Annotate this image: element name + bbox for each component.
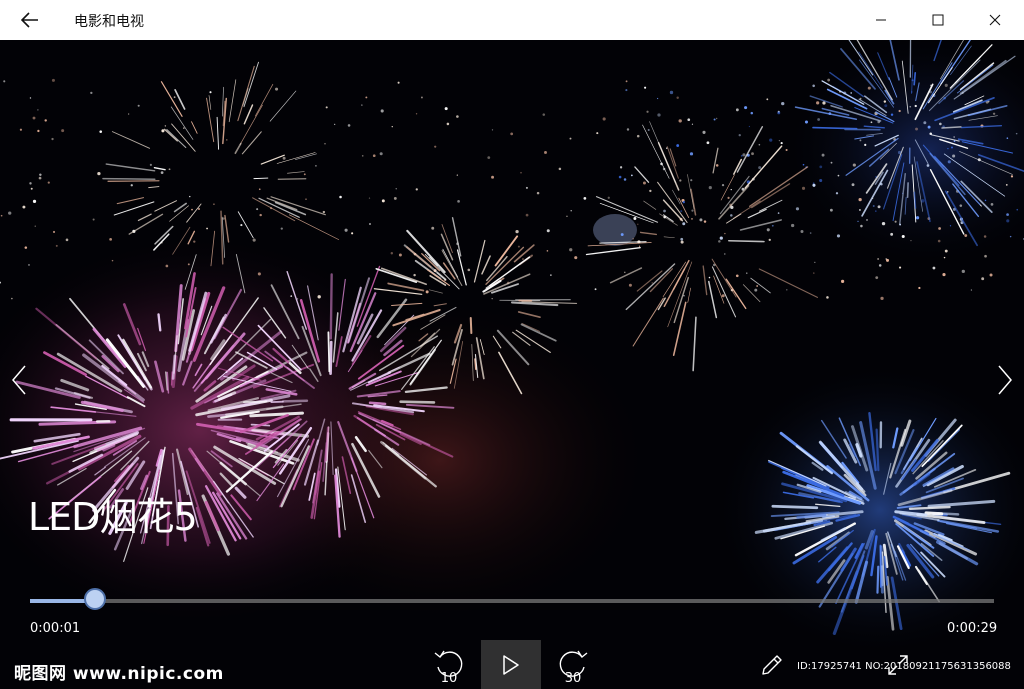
play-icon [503,654,519,675]
total-time: 0:00:29 [947,621,998,636]
play-button[interactable] [481,640,541,689]
skip-back-button[interactable]: 10 [420,640,478,689]
close-icon [989,14,1001,26]
next-button[interactable] [990,360,1020,400]
nipic-watermark: 昵图网 www.nipic.com [14,664,224,684]
chevron-right-icon [998,365,1012,395]
minimize-button[interactable] [852,0,910,40]
skip-forward-icon: 30 [559,650,588,685]
skip-back-seconds: 10 [441,671,458,685]
chevron-left-icon [12,365,26,395]
maximize-button[interactable] [910,0,966,40]
close-button[interactable] [966,0,1024,40]
current-time: 0:00:01 [30,621,81,636]
image-id-watermark: ID:17925741 NO:20180921175631356088 [797,661,1011,672]
pencil-icon [762,654,782,675]
previous-button[interactable] [4,360,34,400]
skip-forward-seconds: 30 [565,671,582,685]
seek-thumb[interactable] [83,588,106,610]
fireworks-video-frame [0,40,1024,689]
minimize-icon [876,19,886,21]
title-bar: 电影和电视 [0,0,1024,40]
video-player[interactable]: LED烟花5 0:00:01 0:00:29 10 30 昵图网 www.nip… [0,40,1024,689]
back-button[interactable] [4,0,56,40]
video-title: LED烟花5 [28,495,198,539]
seek-bar[interactable] [30,588,994,610]
skip-forward-button[interactable]: 30 [544,640,602,689]
maximize-icon [932,14,944,26]
skip-back-icon: 10 [434,650,463,685]
edit-button[interactable] [748,640,796,689]
arrow-left-icon [21,12,38,28]
app-title: 电影和电视 [74,14,144,30]
